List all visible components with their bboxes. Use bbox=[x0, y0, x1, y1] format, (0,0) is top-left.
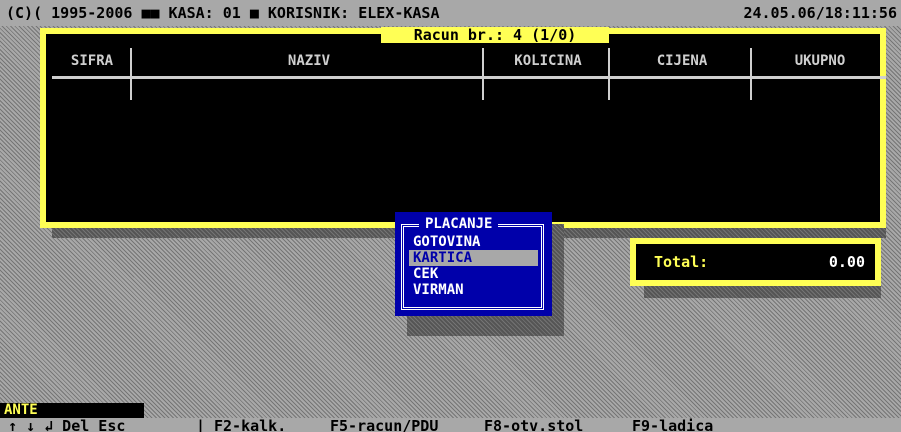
shortcut-f9-ladica[interactable]: F9-ladica bbox=[632, 418, 713, 432]
total-box: Total: 0.00 bbox=[630, 238, 881, 286]
status-bar: ↑ ↓ ↲ Del Esc | F2-kalk. F5-racun/PDU F8… bbox=[0, 418, 901, 432]
payment-option-cek[interactable]: CEK bbox=[409, 266, 538, 282]
title-bar: (C)( 1995-2006 ■■ KASA: 01 ■ KORISNIK: E… bbox=[0, 0, 901, 26]
current-user: ANTE bbox=[0, 403, 144, 418]
shortcut-f8-otv-stol[interactable]: F8-otv.stol bbox=[484, 418, 583, 432]
column-divider bbox=[608, 48, 610, 100]
payment-popup-shadow bbox=[407, 316, 564, 336]
payment-menu-title: PLACANJE bbox=[419, 214, 499, 234]
total-value: 0.00 bbox=[828, 253, 865, 271]
header-divider bbox=[52, 76, 886, 79]
shortcut-f5-racun[interactable]: F5-racun/PDU bbox=[330, 418, 438, 432]
title-bar-info: (C)( 1995-2006 ■■ KASA: 01 ■ KORISNIK: E… bbox=[6, 4, 440, 22]
status-separator: | bbox=[196, 418, 206, 432]
total-label: Total: bbox=[654, 253, 709, 271]
navigation-keys: ↑ ↓ ↲ Del Esc bbox=[8, 418, 126, 432]
payment-option-kartica[interactable]: KARTICA bbox=[409, 250, 538, 266]
total-shadow bbox=[644, 286, 881, 298]
payment-menu: PLACANJE GOTOVINA KARTICA CEK VIRMAN bbox=[395, 212, 552, 316]
column-header-cijena: CIJENA bbox=[656, 53, 708, 69]
column-divider bbox=[482, 48, 484, 100]
column-divider bbox=[750, 48, 752, 100]
column-header-sifra: SIFRA bbox=[70, 53, 114, 69]
column-header-kolicina: KOLICINA bbox=[514, 53, 582, 69]
payment-popup-shadow-side bbox=[552, 224, 564, 316]
column-header-naziv: NAZIV bbox=[287, 53, 331, 69]
payment-option-virman[interactable]: VIRMAN bbox=[409, 282, 538, 298]
payment-option-gotovina[interactable]: GOTOVINA bbox=[409, 234, 538, 250]
receipt-window: SIFRA NAZIV KOLICINA CIJENA UKUPNO bbox=[40, 28, 886, 228]
column-divider bbox=[130, 48, 132, 100]
column-header-ukupno: UKUPNO bbox=[794, 53, 846, 69]
shortcut-f2-kalk[interactable]: F2-kalk. bbox=[214, 418, 286, 432]
receipt-title: Racun br.: 4 (1/0) bbox=[381, 27, 609, 43]
datetime-display: 24.05.06/18:11:56 bbox=[743, 4, 897, 22]
receipt-table-header: SIFRA NAZIV KOLICINA CIJENA UKUPNO bbox=[52, 46, 886, 76]
